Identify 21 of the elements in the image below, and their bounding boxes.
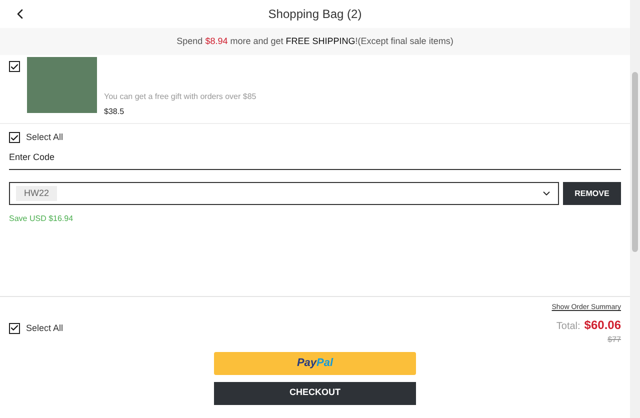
savings-text: Save USD $16.94 <box>9 213 74 225</box>
total-label: Total: <box>556 320 580 334</box>
original-price: $77 <box>608 334 621 346</box>
total-price: $60.06 <box>584 316 621 334</box>
gift-note: You can get a free gift with orders over $85 <box>104 91 256 103</box>
coupon-select[interactable]: HW22 <box>9 182 559 205</box>
scrollbar[interactable] <box>630 0 640 418</box>
coupon-code-chip: HW22 <box>16 186 58 202</box>
item-price: $38.5 <box>104 106 126 118</box>
select-all-label: Select All <box>26 322 64 334</box>
product-photo <box>27 57 97 113</box>
checkbox[interactable] <box>9 322 20 334</box>
shipping-message: Spend $8.94 more and get FREE SHIPPING!(Except final sale items) <box>176 34 454 48</box>
checkout-button[interactable]: CHECKOUT <box>214 382 416 404</box>
paypal-button[interactable]: PayPal <box>214 352 416 374</box>
remove-button[interactable]: REMOVE <box>563 182 621 205</box>
checkbox[interactable] <box>9 61 20 72</box>
enter-code-label: Enter Code <box>9 150 621 170</box>
checkbox[interactable] <box>9 132 20 144</box>
select-all-label: Select All <box>26 131 64 144</box>
page-title: Shopping Bag (2) <box>268 6 362 23</box>
